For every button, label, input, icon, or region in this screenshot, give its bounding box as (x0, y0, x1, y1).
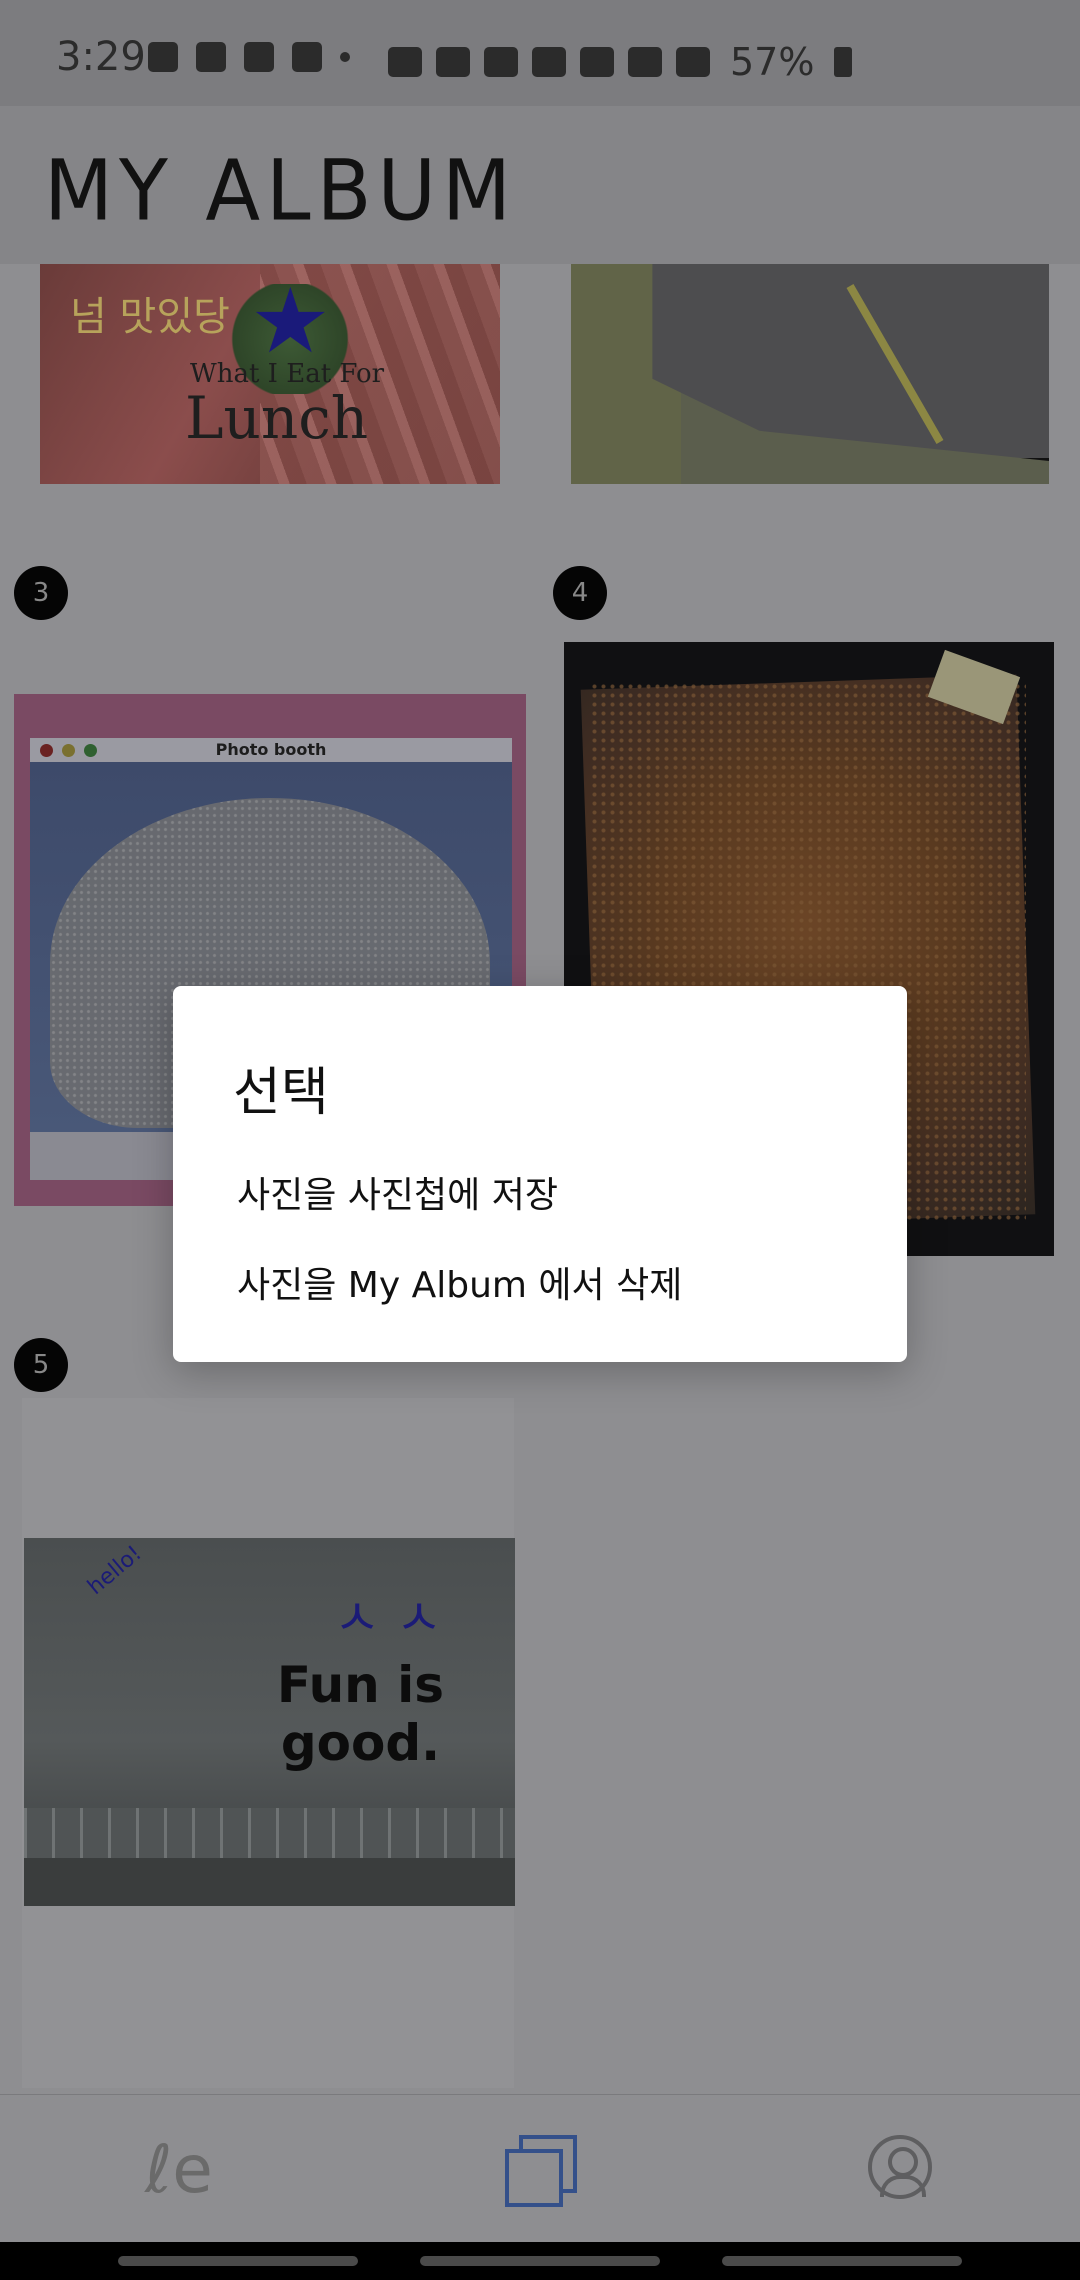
app-notification-icon (196, 42, 226, 72)
photo-badge-3: 3 (14, 566, 68, 620)
app-bar: MY ALBUM (0, 106, 1080, 265)
vpn-key-icon (388, 47, 422, 77)
album-front-frame (505, 2149, 563, 2207)
album-photo-2[interactable] (571, 264, 1049, 484)
album-photo-5[interactable]: hello! ㅅ ㅅ Fun is good. (24, 1538, 515, 1906)
photo-badge-4: 4 (553, 566, 607, 620)
landscape-icon (292, 42, 322, 72)
system-icons: 57% (388, 40, 853, 84)
hd-voice-icon (628, 47, 662, 77)
message-icon (148, 42, 178, 72)
photo-booth-titlebar: Photo booth (30, 738, 512, 762)
photo-5-handwriting: hello! (83, 1541, 147, 1600)
notification-icons (148, 42, 350, 72)
bottom-navigation: ℓe (0, 2094, 1080, 2243)
photo-5-doodle: ㅅ ㅅ (334, 1589, 442, 1647)
handwriting-icon[interactable]: ℓe (145, 2135, 215, 2205)
photo-badge-5: 5 (14, 1338, 68, 1392)
battery-saver-icon (436, 47, 470, 77)
status-bar: 3:29 57% (0, 0, 1080, 106)
profile-icon[interactable] (868, 2135, 932, 2199)
gesture-bar (0, 2242, 1080, 2280)
gesture-handle-center[interactable] (420, 2256, 660, 2266)
gallery-icon (244, 42, 274, 72)
gesture-handle-right[interactable] (722, 2256, 962, 2266)
photo-ground (24, 1858, 515, 1906)
alarm-icon (484, 47, 518, 77)
wifi-icon (580, 47, 614, 77)
photo-booth-title: Photo booth (215, 740, 327, 759)
gesture-handle-left[interactable] (118, 2256, 358, 2266)
save-to-gallery-option[interactable]: 사진을 사진첩에 저장 (237, 1166, 558, 1218)
profile-body (880, 2175, 926, 2197)
signal-icon (676, 47, 710, 77)
dialog-title: 선택 (233, 1063, 329, 1123)
album-icon[interactable] (505, 2135, 577, 2207)
photo-road (652, 264, 1049, 462)
app-title: MY ALBUM (44, 141, 518, 240)
mute-icon (532, 47, 566, 77)
more-notifications-icon (340, 52, 350, 62)
profile-head (888, 2147, 918, 2177)
album-photo-1[interactable]: 넘 맛있당 ★ What I Eat For Lunch (40, 264, 500, 484)
photo-1-caption-large: Lunch (185, 384, 369, 452)
status-time: 3:29 (56, 34, 146, 80)
photo-5-caption: Fun is good. (276, 1656, 445, 1772)
select-dialog: 선택 사진을 사진첩에 저장 사진을 My Album 에서 삭제 (173, 986, 907, 1362)
battery-icon (834, 47, 853, 77)
photo-1-overlay-text: 넘 맛있당 (70, 294, 230, 340)
battery-percentage: 57% (730, 40, 815, 84)
delete-from-album-option[interactable]: 사진을 My Album 에서 삭제 (237, 1256, 682, 1308)
